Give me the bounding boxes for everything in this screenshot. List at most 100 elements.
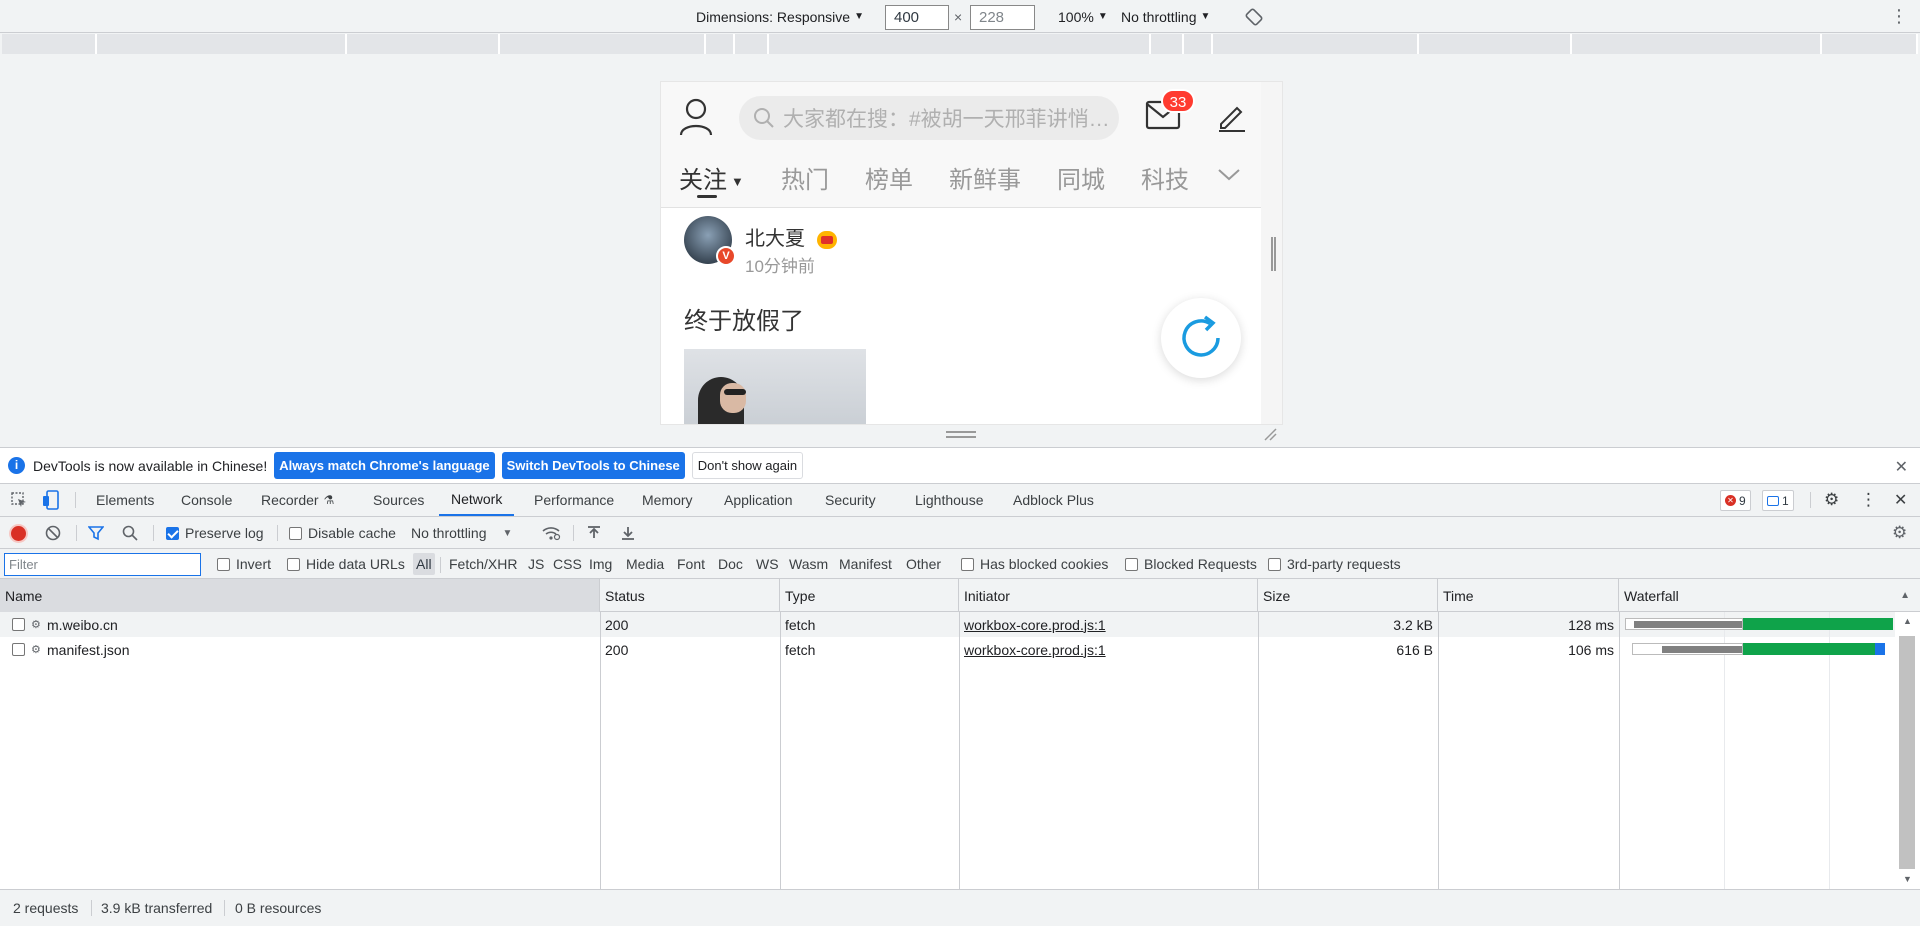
type-filter-all[interactable]: All bbox=[413, 553, 435, 575]
match-language-button[interactable]: Always match Chrome's language bbox=[274, 452, 495, 479]
search-icon[interactable] bbox=[122, 517, 138, 549]
refresh-button[interactable] bbox=[1161, 298, 1241, 378]
close-devtools-icon[interactable]: ✕ bbox=[1894, 484, 1907, 516]
tab-console[interactable]: Console bbox=[181, 484, 232, 516]
type-filter-wasm[interactable]: Wasm bbox=[789, 549, 828, 579]
compose-icon[interactable] bbox=[1215, 100, 1247, 135]
tab-elements[interactable]: Elements bbox=[96, 484, 154, 516]
media-query-segment[interactable] bbox=[706, 34, 735, 54]
tab-memory[interactable]: Memory bbox=[642, 484, 693, 516]
media-query-segment[interactable] bbox=[97, 34, 347, 54]
column-header-name[interactable]: Name bbox=[0, 579, 600, 612]
column-header-size[interactable]: Size bbox=[1258, 579, 1438, 612]
row-checkbox[interactable] bbox=[12, 612, 31, 637]
media-query-segment[interactable] bbox=[735, 34, 769, 54]
device-side-handle[interactable] bbox=[1271, 237, 1276, 271]
settings-gear-icon[interactable]: ⚙ bbox=[1824, 484, 1839, 516]
clear-icon[interactable] bbox=[45, 517, 61, 549]
scrollbar-thumb[interactable] bbox=[1899, 636, 1915, 869]
throttling-dropdown[interactable]: No throttling ▼ bbox=[1121, 0, 1210, 33]
tab-local[interactable]: 同城 bbox=[1057, 160, 1105, 195]
network-settings-gear-icon[interactable]: ⚙ bbox=[1892, 517, 1907, 549]
record-button[interactable] bbox=[11, 517, 26, 549]
scroll-down-icon[interactable]: ▼ bbox=[1903, 874, 1912, 884]
tab-fresh[interactable]: 新鲜事 bbox=[949, 160, 1021, 195]
tab-tech[interactable]: 科技 bbox=[1141, 160, 1189, 195]
hide-data-urls-checkbox[interactable]: Hide data URLs bbox=[287, 549, 405, 579]
media-query-segment[interactable] bbox=[1151, 34, 1184, 54]
media-query-segment[interactable] bbox=[347, 34, 500, 54]
tab-network[interactable]: Network bbox=[439, 484, 515, 516]
media-query-segment[interactable] bbox=[2, 34, 97, 54]
dont-show-again-button[interactable]: Don't show again bbox=[691, 452, 804, 479]
column-header-time[interactable]: Time bbox=[1438, 579, 1619, 612]
zoom-dropdown[interactable]: 100% ▼ bbox=[1058, 0, 1108, 33]
tab-application[interactable]: Application bbox=[724, 484, 793, 516]
disable-cache-checkbox[interactable]: Disable cache bbox=[289, 517, 396, 549]
tab-performance[interactable]: Performance bbox=[534, 484, 614, 516]
type-filter-font[interactable]: Font bbox=[677, 549, 705, 579]
has-blocked-cookies-checkbox[interactable]: Has blocked cookies bbox=[961, 549, 1108, 579]
media-query-segment[interactable] bbox=[769, 34, 1151, 54]
dimensions-dropdown[interactable]: Dimensions: Responsive ▼ bbox=[696, 0, 864, 33]
media-query-segment[interactable] bbox=[500, 34, 706, 54]
width-input[interactable]: 400 bbox=[885, 5, 949, 30]
tab-hot[interactable]: 热门 bbox=[781, 160, 829, 195]
blocked-requests-checkbox[interactable]: Blocked Requests bbox=[1125, 549, 1257, 579]
type-filter-fetch-xhr[interactable]: Fetch/XHR bbox=[449, 549, 517, 579]
type-filter-img[interactable]: Img bbox=[589, 549, 612, 579]
type-filter-other[interactable]: Other bbox=[906, 549, 941, 579]
type-filter-doc[interactable]: Doc bbox=[718, 549, 743, 579]
column-header-status[interactable]: Status bbox=[600, 579, 780, 612]
scroll-up-icon[interactable]: ▲ bbox=[1903, 616, 1912, 626]
type-filter-ws[interactable]: WS bbox=[756, 549, 779, 579]
post-image[interactable] bbox=[684, 349, 866, 424]
tab-recorder[interactable]: Recorder ⚗ bbox=[261, 484, 334, 516]
type-filter-js[interactable]: JS bbox=[528, 549, 544, 579]
filter-icon[interactable] bbox=[88, 517, 104, 549]
request-initiator-link[interactable]: workbox-core.prod.js:1 bbox=[964, 637, 1106, 662]
column-header-type[interactable]: Type bbox=[780, 579, 959, 612]
tab-rank[interactable]: 榜单 bbox=[865, 160, 913, 195]
inspect-element-icon[interactable] bbox=[10, 484, 28, 516]
error-counter[interactable]: ✕ 9 bbox=[1720, 490, 1751, 511]
chevron-down-icon[interactable] bbox=[1217, 168, 1241, 185]
message-counter[interactable]: 1 bbox=[1762, 490, 1794, 511]
type-filter-media[interactable]: Media bbox=[626, 549, 664, 579]
invert-checkbox[interactable]: Invert bbox=[217, 549, 271, 579]
column-header-waterfall[interactable]: Waterfall ▲ bbox=[1619, 579, 1920, 612]
post-author[interactable]: 北大夏 bbox=[745, 222, 837, 251]
resize-bottom-handle[interactable] bbox=[946, 431, 976, 438]
media-query-segment[interactable] bbox=[1213, 34, 1419, 54]
device-toggle-icon[interactable] bbox=[42, 484, 60, 516]
table-row[interactable]: ⚙ manifest.json 200 fetch workbox-core.p… bbox=[0, 637, 1900, 662]
rotate-icon[interactable] bbox=[1245, 0, 1263, 33]
type-filter-css[interactable]: CSS bbox=[553, 549, 582, 579]
network-conditions-icon[interactable] bbox=[541, 517, 561, 549]
user-icon[interactable] bbox=[679, 98, 713, 139]
close-icon[interactable]: ✕ bbox=[1895, 457, 1908, 477]
media-query-segment[interactable] bbox=[1572, 34, 1822, 54]
row-checkbox[interactable] bbox=[12, 637, 31, 662]
table-scrollbar[interactable]: ▲ ▼ bbox=[1895, 612, 1920, 889]
type-filter-manifest[interactable]: Manifest bbox=[839, 549, 892, 579]
height-input[interactable]: 228 bbox=[970, 5, 1035, 30]
resize-corner-icon[interactable] bbox=[1263, 427, 1277, 441]
third-party-requests-checkbox[interactable]: 3rd-party requests bbox=[1268, 549, 1401, 579]
preserve-log-checkbox[interactable]: Preserve log bbox=[166, 517, 264, 549]
column-header-initiator[interactable]: Initiator bbox=[959, 579, 1258, 612]
more-options-icon[interactable]: ⋮ bbox=[1860, 484, 1877, 516]
media-query-segment[interactable] bbox=[1822, 34, 1918, 54]
tab-adblock-plus[interactable]: Adblock Plus bbox=[1013, 484, 1094, 516]
tab-security[interactable]: Security bbox=[825, 484, 876, 516]
request-initiator-link[interactable]: workbox-core.prod.js:1 bbox=[964, 612, 1106, 637]
media-query-segment[interactable] bbox=[1419, 34, 1572, 54]
weibo-search-input[interactable]: 大家都在搜：#被胡一天邢菲讲悄… bbox=[739, 96, 1119, 140]
switch-to-chinese-button[interactable]: Switch DevTools to Chinese bbox=[501, 452, 685, 479]
network-throttling-dropdown[interactable]: No throttling ▼ bbox=[411, 517, 512, 549]
export-har-icon[interactable] bbox=[620, 517, 636, 549]
import-har-icon[interactable] bbox=[586, 517, 602, 549]
tab-lighthouse[interactable]: Lighthouse bbox=[915, 484, 984, 516]
more-options-icon[interactable]: ⋮ bbox=[1890, 0, 1908, 33]
media-query-segment[interactable] bbox=[1184, 34, 1213, 54]
